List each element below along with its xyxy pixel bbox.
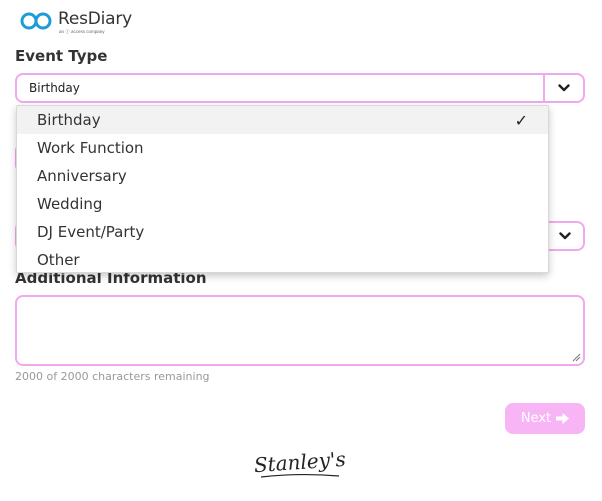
event-type-label: Event Type bbox=[15, 47, 108, 65]
stanleys-logo-text: Stanley's bbox=[253, 447, 346, 477]
event-type-dropdown-button[interactable] bbox=[543, 75, 583, 101]
check-icon: ✓ bbox=[514, 111, 528, 130]
resize-grip-icon[interactable] bbox=[571, 352, 581, 362]
chevron-down-icon bbox=[558, 84, 570, 92]
brand-name: ResDiary bbox=[58, 9, 133, 29]
option-work-function[interactable]: Work Function bbox=[17, 134, 548, 162]
option-anniversary[interactable]: Anniversary bbox=[17, 162, 548, 190]
infinity-loop-logo-icon bbox=[20, 12, 52, 30]
arrow-right-icon bbox=[556, 413, 570, 424]
option-other[interactable]: Other bbox=[17, 246, 548, 274]
event-type-value: Birthday bbox=[29, 81, 80, 95]
next-button[interactable]: Next bbox=[505, 403, 585, 434]
brand-tagline: an ⓘ access company bbox=[59, 29, 105, 34]
option-dj-event-party[interactable]: DJ Event/Party bbox=[17, 218, 548, 246]
event-type-dropdown-list: Birthday ✓ Work Function Anniversary Wed… bbox=[16, 105, 549, 273]
next-label: Next bbox=[520, 411, 552, 426]
event-type-select[interactable]: Birthday bbox=[15, 73, 585, 103]
stanleys-logo: Stanley's bbox=[253, 447, 346, 478]
chevron-down-icon bbox=[559, 232, 571, 240]
additional-info-textarea[interactable] bbox=[15, 295, 585, 366]
chars-remaining: 2000 of 2000 characters remaining bbox=[15, 370, 210, 383]
resdiary-logo: ResDiary an ⓘ access company bbox=[19, 9, 132, 35]
option-wedding[interactable]: Wedding bbox=[17, 190, 548, 218]
secondary-dropdown-button[interactable] bbox=[545, 221, 585, 251]
option-birthday[interactable]: Birthday ✓ bbox=[17, 106, 548, 134]
